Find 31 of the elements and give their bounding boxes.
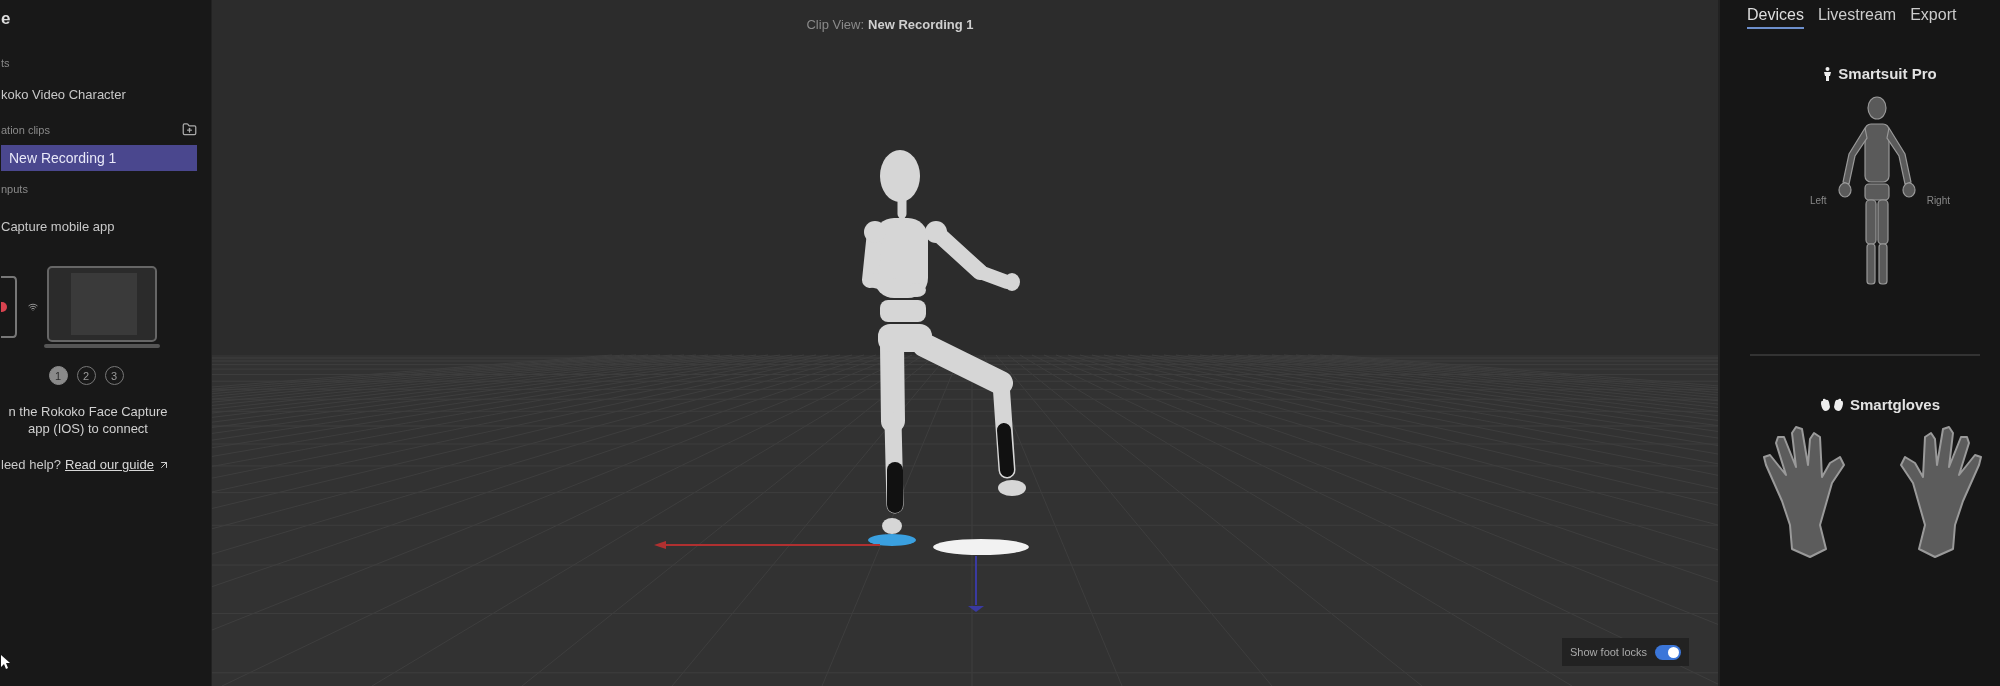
section-label: nputs (1, 183, 29, 195)
panel-title: e (1, 9, 12, 27)
phone-icon (1, 275, 17, 339)
help-text: leed help? (1, 457, 61, 472)
instruction-text: n the Rokoko Face Capture app (IOS) to connect (7, 403, 169, 437)
side-label: Right (1926, 194, 1950, 206)
foot-lock-marker (868, 534, 916, 546)
view-title-label: Clip View: (806, 17, 865, 32)
section-label: ts (1, 57, 11, 69)
laptop-icon (44, 265, 160, 349)
clip-item[interactable]: New Recording 1 (1, 145, 197, 171)
person-icon (1823, 66, 1833, 81)
character-item[interactable]: koko Video Character (1, 87, 211, 102)
z-axis-arrow (968, 555, 984, 612)
device-title: Smartsuit Pro (1838, 65, 1937, 82)
side-label: Left (1809, 194, 1827, 206)
toggle-label: Show foot locks (1570, 646, 1648, 658)
mouse-cursor-icon (1, 655, 11, 670)
guide-link[interactable]: Read our guide (65, 457, 154, 472)
foot-locks-toggle[interactable] (1655, 644, 1682, 660)
panel-tab[interactable]: Export (1910, 6, 1957, 29)
section-label: ation clips (1, 123, 50, 136)
wifi-icon (28, 302, 38, 312)
add-folder-icon[interactable] (182, 122, 197, 137)
panel-tab[interactable]: Livestream (1817, 6, 1897, 29)
device-title: Smartgloves (1849, 396, 1940, 413)
input-item[interactable]: Capture mobile app (1, 219, 211, 234)
hands-icon (1819, 397, 1844, 412)
view-title-value: New Recording 1 (868, 17, 974, 32)
panel-tab[interactable]: Devices (1747, 6, 1804, 29)
step-indicator: 1 (48, 366, 68, 385)
